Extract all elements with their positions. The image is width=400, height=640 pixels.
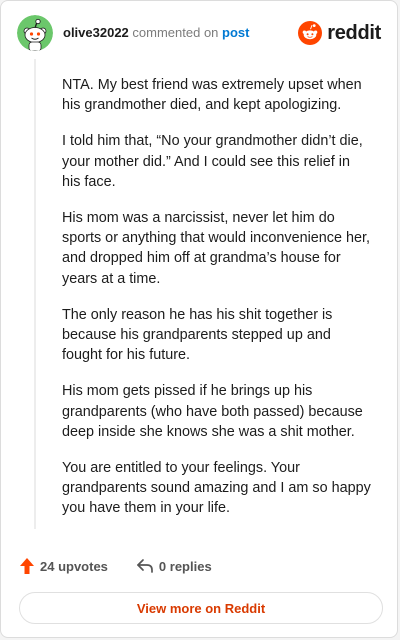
- action-text: commented on: [132, 25, 219, 40]
- comment-paragraph: The only reason he has his shit together…: [62, 306, 333, 364]
- username[interactable]: olive32022: [63, 25, 129, 40]
- comment-paragraph: NTA. My best friend was extremely upset …: [62, 77, 362, 114]
- comment-actions: 24 upvotes 0 replies: [19, 557, 212, 575]
- reddit-logo-icon: [298, 21, 323, 45]
- comment-paragraph: You are entitled to your feelings. Your …: [62, 460, 371, 517]
- comment-card: olive32022 commented on post reddit NTA.…: [0, 0, 398, 638]
- comment-header: olive32022 commented on post: [63, 25, 249, 41]
- thread-line: [34, 59, 36, 529]
- upvote-button[interactable]: 24 upvotes: [19, 557, 108, 575]
- comment-paragraph: I told him that, “No your grandmother di…: [62, 133, 363, 190]
- comment-paragraph: His mom gets pissed if he brings up his …: [62, 383, 363, 440]
- comment-paragraph: His mom was a narcissist, never let him …: [62, 210, 370, 287]
- avatar[interactable]: [17, 15, 53, 51]
- reddit-brand[interactable]: reddit: [298, 21, 381, 45]
- reply-arrow-icon: [137, 559, 153, 573]
- snoo-avatar-icon: [17, 15, 53, 51]
- view-more-button[interactable]: View more on Reddit: [19, 592, 383, 624]
- upvote-count: 24 upvotes: [40, 558, 108, 574]
- reply-button[interactable]: 0 replies: [136, 558, 212, 574]
- view-more-label: View more on Reddit: [136, 600, 266, 616]
- reply-count: 0 replies: [158, 558, 212, 574]
- comment-body: NTA. My best friend was extremely upset …: [62, 75, 372, 535]
- reddit-wordmark: reddit: [327, 22, 381, 44]
- post-link[interactable]: post: [222, 25, 249, 40]
- upvote-arrow-icon: [20, 558, 34, 574]
